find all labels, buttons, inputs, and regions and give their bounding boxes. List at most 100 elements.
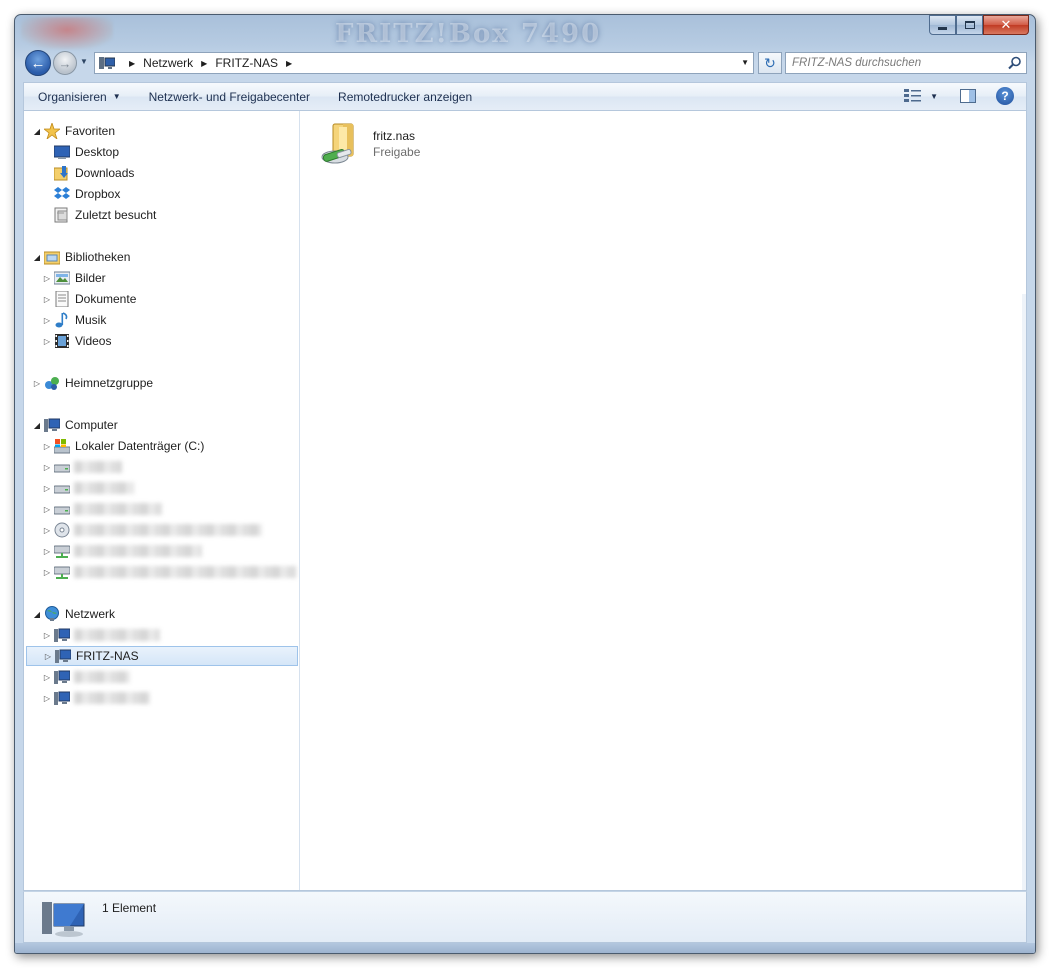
expand-icon[interactable]: ▷ [42, 337, 52, 346]
view-options-icon [904, 89, 922, 102]
help-icon: ? [1001, 89, 1009, 103]
expand-icon[interactable]: ▷ [42, 295, 52, 304]
search-icon[interactable] [1008, 56, 1022, 70]
breadcrumb-separator-icon[interactable]: ▶ [201, 59, 207, 68]
close-button[interactable]: ✕ [983, 15, 1029, 35]
breadcrumb-fritz-nas[interactable]: FRITZ-NAS [215, 56, 278, 70]
tree-favorites[interactable]: ◢ Favoriten [24, 121, 299, 141]
sidebar-item-optical-drive[interactable]: ▷ [24, 520, 299, 540]
sidebar-item-pictures[interactable]: ▷ Bilder [24, 268, 299, 288]
file-item-fritz-nas[interactable]: fritz.nas Freigabe [319, 119, 459, 167]
collapse-icon[interactable]: ◢ [32, 421, 42, 430]
expand-icon[interactable]: ▷ [42, 631, 52, 640]
search-input[interactable] [792, 57, 992, 69]
minimize-button[interactable] [929, 15, 956, 35]
dropbox-icon [54, 187, 70, 199]
sidebar-item-downloads[interactable]: Downloads [24, 163, 299, 183]
tree-libraries[interactable]: ◢ Bibliotheken [24, 247, 299, 267]
back-button[interactable]: ← [25, 50, 51, 76]
expand-icon[interactable]: ▷ [42, 547, 52, 556]
sidebar-item-documents[interactable]: ▷ Dokumente [24, 289, 299, 309]
caption-buttons: ✕ [929, 15, 1029, 35]
redacted-label [74, 503, 162, 515]
expand-icon[interactable]: ▷ [42, 694, 52, 703]
sidebar-item-network-computer[interactable]: ▷ [24, 625, 299, 645]
desktop-icon [54, 145, 70, 159]
maximize-icon [964, 21, 975, 29]
expand-icon[interactable]: ▷ [42, 505, 52, 514]
maximize-button[interactable] [956, 15, 983, 35]
sidebar-item-network-drive[interactable]: ▷ [24, 541, 299, 561]
tree-label: Heimnetzgruppe [65, 376, 154, 390]
expand-icon[interactable]: ▷ [42, 274, 52, 283]
network-center-button[interactable]: Netzwerk- und Freigabecenter [135, 83, 324, 110]
sidebar-item-music[interactable]: ▷ Musik [24, 310, 299, 330]
collapse-icon[interactable]: ◢ [32, 127, 42, 136]
forward-arrow-icon: → [58, 55, 72, 71]
videos-library-icon [55, 334, 69, 348]
sidebar-item-recent[interactable]: Zuletzt besucht [24, 205, 299, 225]
expand-icon[interactable]: ▷ [42, 484, 52, 493]
breadcrumb-separator-icon[interactable]: ▶ [129, 59, 135, 68]
preview-pane-button[interactable] [960, 89, 976, 103]
collapse-icon[interactable]: ◢ [32, 610, 42, 619]
item-count: 1 Element [102, 901, 157, 915]
title-bar[interactable]: FRITZ!Box 7490 ✕ [15, 15, 1035, 51]
sidebar-item-local-disk[interactable]: ▷ Lokaler Datenträger (C:) [24, 436, 299, 456]
network-computer-icon [54, 628, 70, 642]
tree-label: Netzwerk [65, 607, 116, 621]
drive-icon [54, 485, 70, 494]
sidebar-item-network-drive[interactable]: ▷ [24, 562, 299, 582]
expand-icon[interactable]: ▷ [42, 568, 52, 577]
sidebar-item-drive[interactable]: ▷ [24, 499, 299, 519]
music-library-icon [55, 312, 68, 328]
sidebar-item-videos[interactable]: ▷ Videos [24, 331, 299, 351]
search-box[interactable] [785, 52, 1027, 74]
window-frame-bottom [15, 943, 1035, 953]
tree-label: Dokumente [75, 292, 137, 306]
breadcrumb-netzwerk[interactable]: Netzwerk [143, 56, 193, 70]
shared-folder-icon [321, 123, 354, 164]
change-view-button[interactable]: ▼ [904, 89, 938, 103]
breadcrumb-separator-icon[interactable]: ▶ [286, 59, 292, 68]
tree-label: Bilder [75, 271, 106, 285]
expand-icon[interactable]: ▷ [42, 673, 52, 682]
expand-icon[interactable]: ▷ [42, 463, 52, 472]
sidebar-item-fritz-nas[interactable]: ▷ FRITZ-NAS [26, 646, 298, 666]
expand-icon[interactable]: ▷ [42, 526, 52, 535]
tree-homegroup[interactable]: ▷ Heimnetzgruppe [24, 373, 299, 393]
scrollbar[interactable] [1022, 294, 1026, 890]
documents-library-icon [55, 291, 69, 307]
expand-icon[interactable]: ▷ [42, 442, 52, 451]
collapse-icon[interactable]: ◢ [32, 253, 42, 262]
expand-icon[interactable]: ▷ [43, 652, 53, 661]
navigation-pane[interactable]: ◢ Favoriten Desktop Downloads Dropbox Zu… [24, 111, 300, 890]
organize-button[interactable]: Organisieren ▼ [24, 83, 135, 110]
help-button[interactable]: ? [996, 87, 1014, 105]
tree-computer[interactable]: ◢ Computer [24, 415, 299, 435]
tree-label: Bibliotheken [65, 250, 131, 264]
expand-icon[interactable]: ▷ [32, 379, 42, 388]
recent-pages-dropdown[interactable]: ▼ [80, 57, 88, 66]
minimize-icon [938, 26, 947, 30]
sidebar-item-drive[interactable]: ▷ [24, 457, 299, 477]
tree-label: Desktop [75, 145, 120, 159]
sidebar-item-network-computer[interactable]: ▷ [24, 667, 299, 687]
sidebar-item-network-computer[interactable]: ▷ [24, 688, 299, 708]
libraries-icon [44, 251, 60, 265]
expand-icon[interactable]: ▷ [42, 316, 52, 325]
address-history-dropdown[interactable]: ▼ [741, 58, 749, 67]
sidebar-item-dropbox[interactable]: Dropbox [24, 184, 299, 204]
forward-button[interactable]: → [53, 51, 77, 75]
address-bar[interactable]: ▶ Netzwerk ▶ FRITZ-NAS ▶ ▼ [94, 52, 754, 74]
tree-network[interactable]: ◢ Netzwerk [24, 604, 299, 624]
command-bar: Organisieren ▼ Netzwerk- und Freigabecent… [23, 82, 1027, 110]
file-list[interactable]: fritz.nas Freigabe [301, 111, 1026, 890]
tree-label: Videos [75, 334, 112, 348]
back-arrow-icon: ← [30, 54, 46, 72]
sidebar-item-desktop[interactable]: Desktop [24, 142, 299, 162]
redacted-label [74, 566, 296, 578]
sidebar-item-drive[interactable]: ▷ [24, 478, 299, 498]
remote-printer-button[interactable]: Remotedrucker anzeigen [324, 83, 486, 110]
refresh-button[interactable]: ↻ [758, 52, 782, 74]
